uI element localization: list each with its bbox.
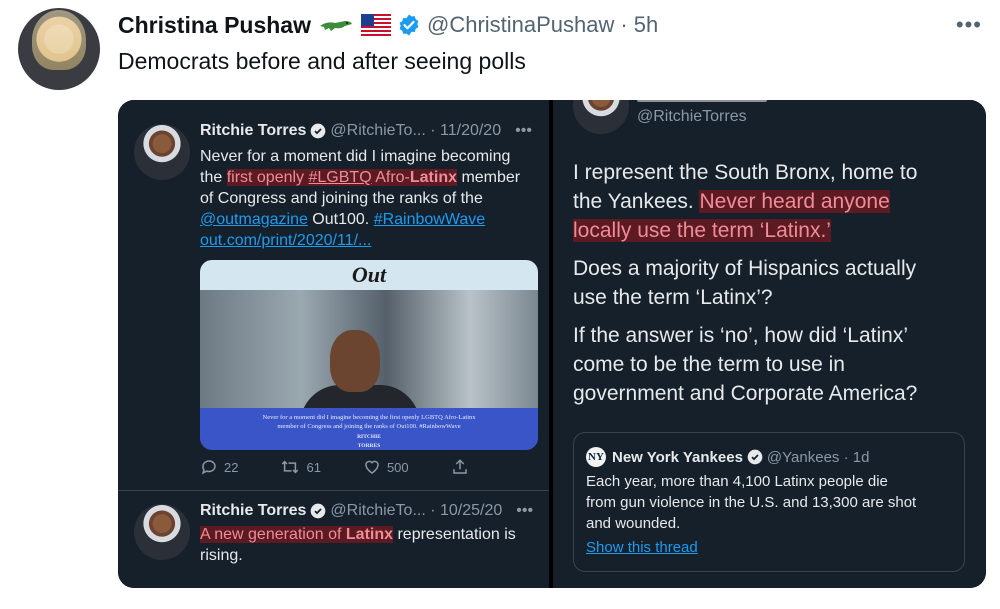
out-magazine-card: Out Never for a moment did I imagine bec… [200, 260, 538, 450]
like-action: 500 [363, 458, 409, 476]
highlight: locally use the term ‘Latinx.’ [573, 219, 831, 242]
caption-line: member of Congress and joining the ranks… [277, 423, 461, 430]
url-link: out.com/print/2020/11/... [200, 232, 372, 249]
body-line: government and Corporate America? [573, 382, 918, 405]
us-flag-emoji-icon [360, 14, 391, 36]
body-line: If the answer is ‘no’, how did ‘Latinx’ [573, 324, 909, 347]
retweet-action: 61 [280, 458, 321, 476]
caption-line: Never for a moment did I imagine becomin… [262, 414, 476, 421]
highlight-bold: Latinx [345, 526, 394, 543]
body-line: from gun violence in the U.S. and 13,300… [586, 494, 917, 511]
share-icon [452, 459, 467, 474]
embedded-author-name: Ritchie Torres [200, 502, 307, 519]
hashtag-link: #LGBTQ [308, 169, 372, 186]
body-line: the Yankees. Never heard anyone [573, 187, 973, 216]
right-paragraph-1: I represent the South Bronx, home to the… [573, 158, 973, 245]
body-text: the [200, 169, 227, 186]
body-text: the Yankees. [573, 190, 700, 213]
highlight: Never heard anyone [699, 190, 890, 213]
body-line: I represent the South Bronx, home to [573, 161, 918, 184]
body-line: Each year, more than 4,100 Latinx people… [586, 473, 888, 490]
body-line: Never for a moment did I imagine becomin… [200, 148, 511, 165]
caption-signature: RITCHIE [357, 434, 381, 440]
card-caption: Never for a moment did I imagine becomin… [200, 408, 538, 450]
quoted-body: Each year, more than 4,100 Latinx people… [586, 471, 958, 534]
dot-separator: · [620, 12, 628, 37]
tweet-media-image[interactable]: Ritchie Torres @RitchieTo... · 11/20/20 … [118, 100, 986, 588]
embedded-meta: @RitchieTo... · 10/25/20 [330, 502, 503, 519]
highlight: Afro- [371, 169, 410, 186]
author-name[interactable]: Christina Pushaw [118, 12, 311, 39]
right-paragraph-3: If the answer is ‘no’, how did ‘Latinx’ … [573, 321, 973, 408]
reply-count: 22 [224, 459, 239, 475]
embedded-tweet-2-header: Ritchie Torres @RitchieTo... · 10/25/20 … [200, 502, 533, 520]
author-avatar[interactable] [18, 8, 100, 90]
quoted-tweet-header: NY New York Yankees @Yankees · 1d [586, 447, 869, 467]
body-text: member [457, 169, 521, 186]
verified-badge-icon [311, 503, 326, 519]
ritchie-avatar [134, 504, 190, 560]
card-photo [200, 290, 538, 445]
tweet-text: Democrats before and after seeing polls [118, 48, 526, 74]
tweet-header: Christina Pushaw @ChristinaPushaw · 5h [118, 10, 658, 40]
highlight: A new generation of [200, 526, 346, 543]
quoted-tweet: NY New York Yankees @Yankees · 1d Each y… [573, 432, 965, 572]
tweet-timestamp[interactable]: 5h [634, 12, 658, 38]
alligator-emoji-icon [319, 15, 353, 35]
retweet-count: 61 [306, 459, 321, 475]
embedded-actions: 22 61 500 [200, 458, 500, 476]
embedded-tweet-1-body: Never for a moment did I imagine becomin… [200, 146, 545, 251]
body-line: @outmagazine Out100. #RainbowWave [200, 209, 545, 230]
retweet-icon [282, 460, 299, 474]
hashtag-link: #RainbowWave [373, 211, 486, 228]
tweet-separator [118, 490, 549, 491]
like-count: 500 [386, 459, 409, 475]
quoted-meta: @Yankees · 1d [766, 448, 870, 466]
heart-icon [365, 460, 379, 474]
body-text: Out100. [307, 211, 374, 228]
ritchie-avatar [573, 100, 629, 134]
body-line: use the term ‘Latinx’? [573, 286, 773, 309]
yankees-logo-icon: NY [586, 447, 606, 467]
embedded-author-name: Ritchie Torres [200, 122, 307, 139]
body-line: and wounded. [586, 515, 681, 532]
embedded-more-icon: ••• [516, 502, 534, 519]
verified-badge-icon [397, 13, 421, 37]
ritchie-avatar [134, 124, 190, 180]
embedded-meta: @RitchieTo... · 11/20/20 [330, 122, 502, 139]
share-action [451, 458, 469, 476]
show-thread-link: Show this thread [586, 539, 698, 556]
highlight-bold: Latinx [409, 169, 457, 186]
caption-signature: TORRES [357, 443, 381, 449]
reply-icon [201, 460, 216, 475]
body-line: the first openly #LGBTQ Afro-Latinx memb… [200, 167, 545, 188]
left-screenshot-panel: Ritchie Torres @RitchieTo... · 11/20/20 … [118, 100, 549, 588]
verified-badge-icon [747, 449, 763, 465]
body-line: Does a majority of Hispanics actually [573, 257, 917, 280]
right-paragraph-2: Does a majority of Hispanics actually us… [573, 254, 973, 312]
more-options-icon[interactable]: ••• [956, 12, 982, 38]
verified-badge-icon [311, 123, 326, 139]
embedded-tweet-2-body: A new generation of Latinx representatio… [200, 524, 545, 566]
cropped-name [637, 100, 767, 102]
right-screenshot-panel: @RitchieTorres I represent the South Bro… [553, 100, 986, 588]
body-line: locally use the term ‘Latinx.’ [573, 216, 973, 245]
card-title: Out [200, 260, 538, 290]
body-line: A new generation of Latinx representatio… [200, 524, 545, 545]
embedded-more-icon: ••• [515, 122, 532, 139]
author-handle[interactable]: @ChristinaPushaw [427, 12, 614, 38]
body-line: come to be the term to use in [573, 353, 845, 376]
body-text: representation is [393, 526, 516, 543]
embedded-handle: @RitchieTorres [637, 108, 747, 125]
highlight: first openly [226, 169, 309, 186]
embedded-tweet-1-header: Ritchie Torres @RitchieTo... · 11/20/20 … [200, 122, 532, 140]
mention-link: @outmagazine [200, 211, 308, 228]
quoted-author-name: New York Yankees [612, 448, 743, 466]
reply-action: 22 [200, 458, 238, 476]
body-line: out.com/print/2020/11/... [200, 230, 545, 251]
body-line: rising. [200, 547, 243, 564]
body-line: of Congress and joining the ranks of the [200, 190, 483, 207]
person-head [330, 330, 380, 392]
